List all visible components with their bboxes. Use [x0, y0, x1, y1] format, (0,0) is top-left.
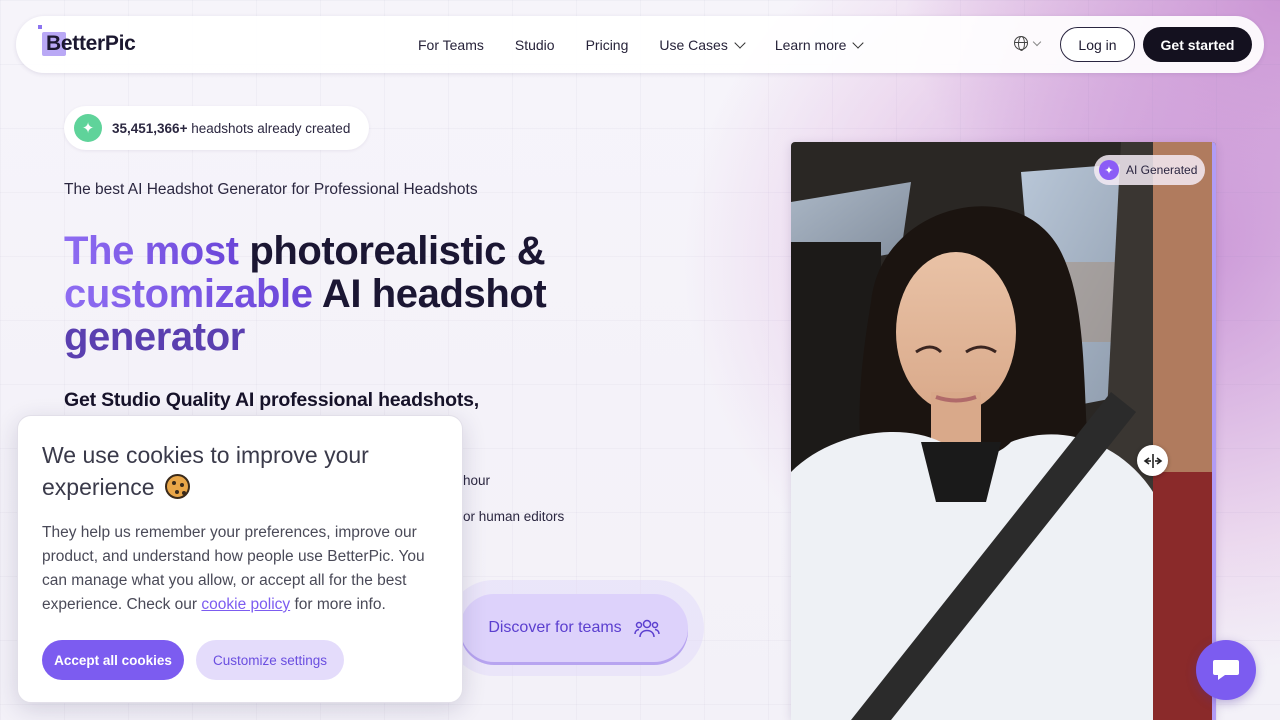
nav-link-label: Learn more	[774, 36, 847, 53]
cookie-banner: We use cookies to improve your experienc…	[17, 415, 463, 703]
cookie-title: We use cookies to improve your experienc…	[42, 439, 442, 503]
headshot-counter-pill: ✦ 35,451,366+ headshots already created	[64, 106, 369, 150]
logo-dot	[38, 25, 42, 29]
login-button[interactable]: Log in	[1060, 27, 1135, 62]
language-selector[interactable]	[1014, 36, 1042, 51]
sparkle-icon: ✦	[74, 114, 102, 142]
nav-link-for-teams[interactable]: For Teams	[418, 37, 484, 53]
headline-text: photorealistic &	[249, 229, 546, 273]
sparkle-icon: ✦	[1099, 160, 1119, 180]
cookie-body: They help us remember your preferences, …	[42, 521, 442, 617]
chat-launcher[interactable]	[1196, 640, 1256, 700]
photo-frame-accent	[1212, 142, 1216, 720]
chat-bubble-icon	[1213, 660, 1239, 680]
nav-link-use-cases[interactable]: Use Cases	[659, 36, 746, 53]
cookie-icon	[164, 474, 190, 499]
nav-link-studio[interactable]: Studio	[515, 37, 555, 53]
headshot-photo	[791, 142, 1216, 720]
cookie-title-text: We use cookies to improve your experienc…	[42, 442, 369, 500]
logo-text: BetterPic	[46, 32, 136, 55]
get-started-button[interactable]: Get started	[1143, 27, 1252, 62]
hero-tagline: The best AI Headshot Generator for Profe…	[64, 181, 478, 198]
headline-accent: customizable	[64, 272, 313, 316]
compare-slider-handle[interactable]	[1137, 445, 1168, 476]
nav-link-label: Studio	[514, 36, 555, 53]
cookie-body-text: for more info.	[294, 596, 386, 613]
chevron-down-icon	[1032, 37, 1042, 46]
logo[interactable]: BetterPic	[38, 25, 136, 60]
headshot-comparison-image[interactable]	[791, 142, 1216, 720]
globe-icon	[1014, 36, 1028, 51]
feature-item: hour	[463, 473, 491, 488]
arrows-horizontal-icon	[1143, 453, 1162, 468]
counter-text: 35,451,366+ headshots already created	[112, 121, 350, 136]
ai-generated-badge: ✦ AI Generated	[1094, 155, 1206, 185]
hero-subheadline: Get Studio Quality AI professional heads…	[64, 389, 480, 411]
headline-text: AI headshot	[321, 272, 547, 316]
nav-link-label: For Teams	[418, 36, 484, 53]
customize-settings-button[interactable]: Customize settings	[196, 640, 344, 680]
nav-links: For Teams Studio Pricing Use Cases Learn…	[418, 16, 893, 73]
headline-accent: generator	[64, 315, 245, 359]
counter-label: headshots already created	[191, 120, 351, 136]
chevron-down-icon	[734, 36, 746, 49]
counter-value: 35,451,366+	[112, 120, 188, 136]
users-icon	[633, 619, 660, 638]
chevron-down-icon	[852, 36, 865, 49]
headline-accent: The most	[64, 229, 239, 273]
discover-teams-button[interactable]: Discover for teams	[460, 594, 688, 662]
feature-item: or human editors	[463, 509, 565, 524]
top-navbar: BetterPic For Teams Studio Pricing Use C…	[16, 16, 1264, 73]
nav-link-learn-more[interactable]: Learn more	[774, 36, 865, 53]
discover-teams-label: Discover for teams	[488, 619, 622, 636]
nav-link-pricing[interactable]: Pricing	[586, 37, 629, 53]
nav-link-label: Pricing	[585, 36, 629, 53]
hero-headline: The most photorealistic & customizable A…	[64, 230, 624, 359]
accept-cookies-button[interactable]: Accept all cookies	[42, 640, 184, 680]
ai-badge-label: AI Generated	[1126, 163, 1198, 177]
cookie-policy-link[interactable]: cookie policy	[201, 596, 290, 613]
nav-link-label: Use Cases	[659, 36, 728, 53]
